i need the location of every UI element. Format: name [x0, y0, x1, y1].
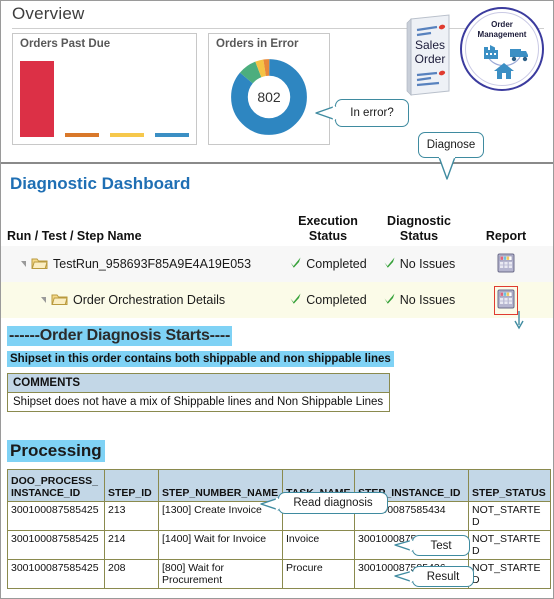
callout-result-label: Result	[426, 570, 460, 583]
dashboard-title: Diagnostic Dashboard	[10, 174, 191, 193]
col0-line1: DOO_PROCESS_	[11, 475, 98, 487]
diagnosis-heading: ------Order Diagnosis Starts----	[7, 326, 233, 346]
callout-in-error: In error?	[315, 99, 409, 127]
factory-icon	[484, 45, 498, 59]
tree-node-label: TestRun_958693F85A9E4A19E053	[53, 257, 252, 271]
bar-1[interactable]	[20, 61, 54, 137]
sales-order-label: Sales Order	[405, 38, 455, 66]
column-header-diagnostic-status-line1: Diagnostic	[387, 214, 451, 228]
bar-chart-plot-area	[20, 57, 189, 137]
column-header-diagnostic-status: Diagnostic Status	[373, 214, 465, 244]
table-row[interactable]: Order Orchestration Details Completed No…	[1, 282, 553, 318]
expand-collapse-icon[interactable]	[21, 261, 26, 267]
cell-execution-status: Completed	[283, 282, 373, 318]
callout-in-error-label: In error?	[350, 107, 394, 119]
cell-step-id: 208	[104, 559, 159, 589]
column-header-report: Report	[485, 229, 527, 243]
sales-order-label-line1: Sales	[414, 38, 446, 52]
callout-read-diagnosis-label: Read diagnosis	[293, 497, 373, 509]
screenshot-root: Overview Orders Past Due Orders in Error…	[0, 0, 554, 599]
cell-step-status: NOT_STARTED	[468, 501, 551, 531]
column-header-diagnostic-status-line2: Status	[399, 229, 439, 243]
check-icon	[289, 292, 302, 308]
callout-diagnose: Diagnose	[418, 132, 484, 180]
execution-status-label: Completed	[306, 257, 367, 271]
diagnostic-tree-table: Run / Test / Step Name Execution Status …	[1, 202, 553, 318]
bar-2[interactable]	[65, 133, 99, 137]
callout-test: Test	[394, 535, 470, 556]
house-icon	[494, 63, 514, 79]
processing-title: Processing	[7, 440, 105, 462]
cell-diagnostic-status: No Issues	[373, 246, 465, 282]
cell-task-name: Procure	[282, 559, 355, 589]
tree-node-order-orchestration-details[interactable]: Order Orchestration Details	[1, 282, 283, 318]
callout-tail-left	[315, 105, 337, 121]
sales-order-label-line2: Order	[414, 52, 446, 66]
sales-order-document-icon: Sales Order	[405, 13, 455, 97]
order-management-badge: Order Management	[460, 7, 544, 91]
cell-step-number-name: [800] Wait for Procurement	[158, 559, 283, 589]
column-header-execution-status-line2: Status	[308, 229, 348, 243]
check-icon	[289, 256, 302, 272]
callout-diagnose-label: Diagnose	[426, 139, 476, 151]
cell-doo-process--instance-id: 300100087585425	[7, 530, 105, 560]
cell-report[interactable]	[465, 246, 547, 282]
cell-step-id: 213	[104, 501, 159, 531]
diagnostic-status-label: No Issues	[399, 257, 456, 271]
column-header-execution-status: Execution Status	[283, 214, 373, 244]
tree-node-testrun[interactable]: TestRun_958693F85A9E4A19E053	[1, 246, 283, 282]
column-header-step-status: STEP_STATUS	[468, 469, 551, 502]
callout-test-label: Test	[430, 539, 452, 552]
cell-step-status: NOT_STARTED	[468, 530, 551, 560]
cell-step-id: 214	[104, 530, 159, 560]
column-header-step-id: STEP_ID	[104, 469, 159, 502]
cell-diagnostic-status: No Issues	[373, 282, 465, 318]
donut-center-value: 802	[257, 89, 281, 105]
table-header-row: Run / Test / Step Name Execution Status …	[1, 202, 553, 246]
supply-chain-icons	[484, 45, 528, 79]
bar-3[interactable]	[110, 133, 144, 137]
folder-icon	[31, 256, 48, 273]
donut-chart-plot-area: 802	[209, 54, 329, 140]
callout-tail-left	[394, 570, 414, 583]
column-header-doo-process-instance-id: DOO_PROCESS_ INSTANCE_ID	[7, 469, 105, 502]
execution-status-label: Completed	[306, 293, 367, 307]
comments-body: Shipset does not have a mix of Shippable…	[13, 396, 384, 408]
page-title: Overview	[12, 4, 85, 23]
check-icon	[383, 292, 396, 308]
cell-step-number-name: [1400] Wait for Invoice	[158, 530, 283, 560]
cell-task-name: Invoice	[282, 530, 355, 560]
column-header-execution-status-line1: Execution	[298, 214, 358, 228]
diagnostic-status-label: No Issues	[399, 293, 456, 307]
col0-line2: INSTANCE_ID	[11, 487, 81, 499]
comments-box: COMMENTS Shipset does not have a mix of …	[7, 373, 390, 412]
check-icon	[383, 256, 396, 272]
expand-collapse-icon[interactable]	[41, 297, 46, 303]
diagnosis-message: Shipset in this order contains both ship…	[7, 351, 394, 367]
comments-header: COMMENTS	[8, 374, 389, 393]
bar-4[interactable]	[155, 133, 189, 137]
report-icon[interactable]	[497, 253, 515, 276]
chart-card-orders-past-due[interactable]: Orders Past Due	[12, 33, 197, 145]
cell-doo-process--instance-id: 300100087585425	[7, 501, 105, 531]
column-header-name: Run / Test / Step Name	[7, 229, 142, 243]
overview-panel: Overview Orders Past Due Orders in Error…	[1, 1, 553, 180]
callout-tail-left	[260, 497, 280, 511]
diagnosis-block: ------Order Diagnosis Starts---- Shipset…	[1, 326, 553, 412]
table-row[interactable]: TestRun_958693F85A9E4A19E053 Completed N…	[1, 246, 553, 282]
chart-title-orders-past-due: Orders Past Due	[20, 38, 111, 50]
cell-doo-process--instance-id: 300100087585425	[7, 559, 105, 589]
tree-node-label: Order Orchestration Details	[73, 293, 226, 307]
chart-title-orders-in-error: Orders in Error	[216, 38, 299, 50]
callout-read-diagnosis: Read diagnosis	[260, 492, 388, 514]
callout-tail-down	[438, 155, 456, 180]
chart-card-orders-in-error[interactable]: Orders in Error 802	[208, 33, 330, 145]
cell-step-status: NOT_STARTED	[468, 559, 551, 589]
folder-icon	[51, 292, 68, 309]
callout-result: Result	[394, 566, 474, 587]
callout-tail-left	[394, 539, 414, 552]
diagnostic-dashboard-panel: Diagnostic Dashboard Run / Test / Step N…	[1, 166, 553, 598]
cell-execution-status: Completed	[283, 246, 373, 282]
